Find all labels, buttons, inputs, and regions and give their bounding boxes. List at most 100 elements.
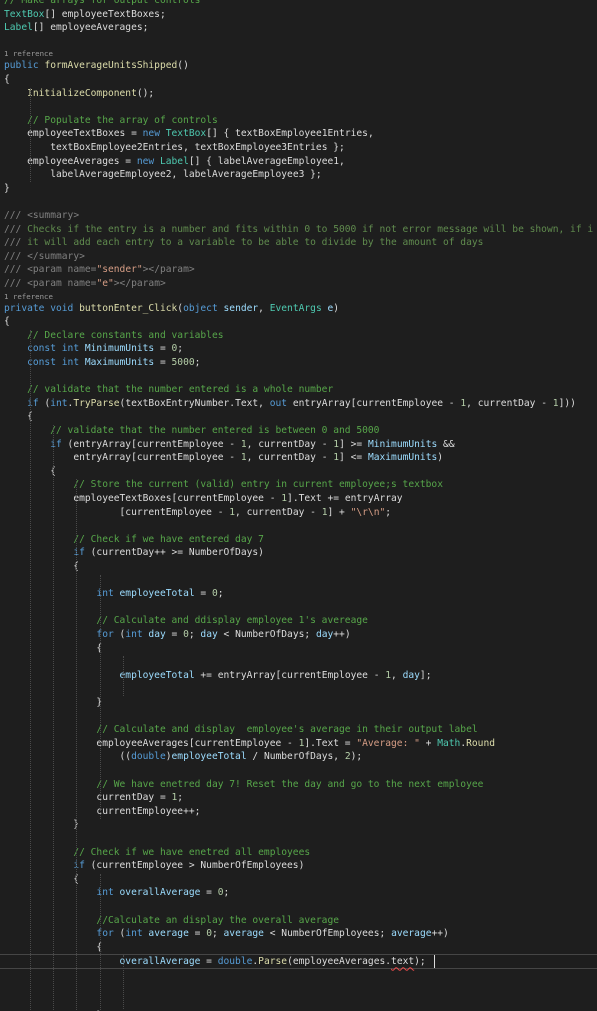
code-line-blank[interactable] <box>0 832 597 846</box>
code-line[interactable]: { <box>0 873 597 887</box>
code-token: , <box>246 452 259 464</box>
code-line[interactable]: // validate that the number entered is b… <box>0 424 597 438</box>
code-line[interactable]: /// Checks if the entry is a number and … <box>0 223 597 237</box>
code-line-blank[interactable] <box>0 100 597 114</box>
code-line[interactable]: { <box>0 941 597 955</box>
code-line[interactable]: // Calculate and display employee's aver… <box>0 723 597 737</box>
code-line[interactable]: /// <param name="sender"></param> <box>0 263 597 277</box>
code-token: Parse <box>258 956 288 968</box>
code-line[interactable]: employeeAverages[currentEmployee - 1].Te… <box>0 737 597 751</box>
code-line[interactable]: { <box>0 465 597 479</box>
code-line[interactable]: employeeAverages = new Label[] { labelAv… <box>0 155 597 169</box>
code-line[interactable]: { <box>0 315 597 329</box>
code-line[interactable]: // Check if we have entered day 7 <box>0 533 597 547</box>
code-line[interactable]: { <box>0 560 597 574</box>
code-line[interactable]: private void buttonEnter_Click(object se… <box>0 302 597 316</box>
code-line-blank[interactable] <box>0 710 597 724</box>
code-line[interactable]: textBoxEmployee2Entries, textBoxEmployee… <box>0 141 597 155</box>
code-token: , <box>246 438 259 450</box>
code-line-blank[interactable] <box>0 764 597 778</box>
code-line[interactable]: { <box>0 410 597 424</box>
code-line[interactable]: } <box>0 182 597 196</box>
code-line[interactable]: // validate that the number entered is a… <box>0 383 597 397</box>
code-line[interactable]: // Check if we have enetred all employee… <box>0 846 597 860</box>
code-line[interactable]: employeeTextBoxes[currentEmployee - 1].T… <box>0 492 597 506</box>
code-token: , <box>339 155 345 167</box>
code-line-blank[interactable] <box>0 195 597 209</box>
indent-guide <box>99 873 101 1011</box>
code-token: , <box>466 397 478 409</box>
code-line[interactable]: employeeTotal += entryArray[currentEmplo… <box>0 669 597 683</box>
code-line-blank[interactable] <box>0 982 597 996</box>
codelens-reference[interactable]: 1 reference <box>0 291 597 302</box>
code-line-blank[interactable] <box>0 574 597 588</box>
code-line[interactable]: ((double)employeeTotal / NumberOfDays, 2… <box>0 750 597 764</box>
code-line[interactable]: //Calculate an display the overall avera… <box>0 914 597 928</box>
code-token: Math <box>437 737 461 749</box>
code-token: { <box>4 74 10 85</box>
code-token: Label <box>4 22 33 34</box>
code-line[interactable]: employeeTextBoxes = new TextBox[] { text… <box>0 127 597 141</box>
code-token: labelAverageEmployee3 <box>183 169 305 181</box>
code-line-blank[interactable] <box>0 682 597 696</box>
code-token: currentEmployee <box>281 669 368 681</box>
code-token: employeeTotal <box>119 669 195 681</box>
code-token: average <box>391 928 432 940</box>
code-line[interactable]: /// </summary> <box>0 250 597 264</box>
code-line[interactable]: } <box>0 818 597 832</box>
code-token: /// <box>4 237 28 249</box>
code-line[interactable]: // We have enetred day 7! Reset the day … <box>0 778 597 792</box>
code-line[interactable]: entryArray[currentEmployee - 1, currentD… <box>0 451 597 465</box>
code-token: overallAverage <box>119 956 201 968</box>
code-line[interactable]: if (currentDay++ >= NumberOfDays) <box>0 546 597 560</box>
code-line[interactable]: if (entryArray[currentEmployee - 1, curr… <box>0 438 597 452</box>
code-line[interactable]: /// <param name="e"></param> <box>0 277 597 291</box>
code-line[interactable]: Label[] employeeAverages; <box>0 21 597 35</box>
code-line[interactable]: currentDay = 1; <box>0 791 597 805</box>
code-line[interactable]: int employeeTotal = 0; <box>0 587 597 601</box>
codelens-reference[interactable]: 1 reference <box>0 48 597 59</box>
code-line[interactable]: labelAverageEmployee2, labelAverageEmplo… <box>0 168 597 182</box>
code-editor[interactable]: // Make arrays for output controls TextBo… <box>0 0 597 1011</box>
code-line[interactable]: } <box>0 696 597 710</box>
code-line[interactable]: if (int.TryParse(textBoxEntryNumber.Text… <box>0 397 597 411</box>
code-line[interactable]: int overallAverage = 0; <box>0 886 597 900</box>
code-token: ++; <box>183 805 201 817</box>
code-token: { <box>4 873 80 885</box>
code-line[interactable]: // Store the current (valid) entry in cu… <box>0 478 597 492</box>
code-line[interactable]: const int MaximumUnits = 5000; <box>0 356 597 370</box>
code-line[interactable]: const int MinimumUnits = 0; <box>0 342 597 356</box>
code-token: ; <box>217 588 224 600</box>
code-token: int <box>50 397 68 409</box>
code-line[interactable]: { <box>0 642 597 656</box>
code-line[interactable]: for (int day = 0; day < NumberOfDays; da… <box>0 628 597 642</box>
code-line-blank[interactable] <box>0 35 597 49</box>
code-line-blank[interactable] <box>0 519 597 533</box>
code-line-blank[interactable] <box>0 655 597 669</box>
code-line[interactable]: // Declare constants and variables <box>0 329 597 343</box>
code-line[interactable]: /// it will add each entry to a variable… <box>0 236 597 250</box>
code-line[interactable]: public formAverageUnitsShipped() <box>0 59 597 73</box>
code-line[interactable]: /// <summary> <box>0 209 597 223</box>
code-token: = <box>165 629 184 640</box>
code-line-blank[interactable] <box>0 601 597 615</box>
code-line-blank[interactable] <box>0 900 597 914</box>
code-token: TryParse <box>73 397 120 409</box>
code-line[interactable]: [currentEmployee - 1, currentDay - 1] + … <box>0 506 597 520</box>
code-line[interactable]: { <box>0 73 597 87</box>
code-line[interactable]: TextBox[] employeeTextBoxes; <box>0 8 597 22</box>
code-line[interactable]: if (currentEmployee > NumberOfEmployees) <box>0 859 597 873</box>
code-line-blank[interactable] <box>0 370 597 384</box>
code-line-blank[interactable] <box>0 968 597 982</box>
code-line-blank[interactable] <box>0 995 597 1009</box>
code-line[interactable]: // Populate the array of controls <box>0 114 597 128</box>
code-token: } <box>4 819 80 831</box>
code-line[interactable]: currentEmployee++; <box>0 805 597 819</box>
code-line[interactable]: InitializeComponent(); <box>0 87 597 101</box>
code-line[interactable]: // Calculate and ddisplay employee 1's a… <box>0 614 597 628</box>
code-line[interactable]: for (int average = 0; average < NumberOf… <box>0 927 597 941</box>
